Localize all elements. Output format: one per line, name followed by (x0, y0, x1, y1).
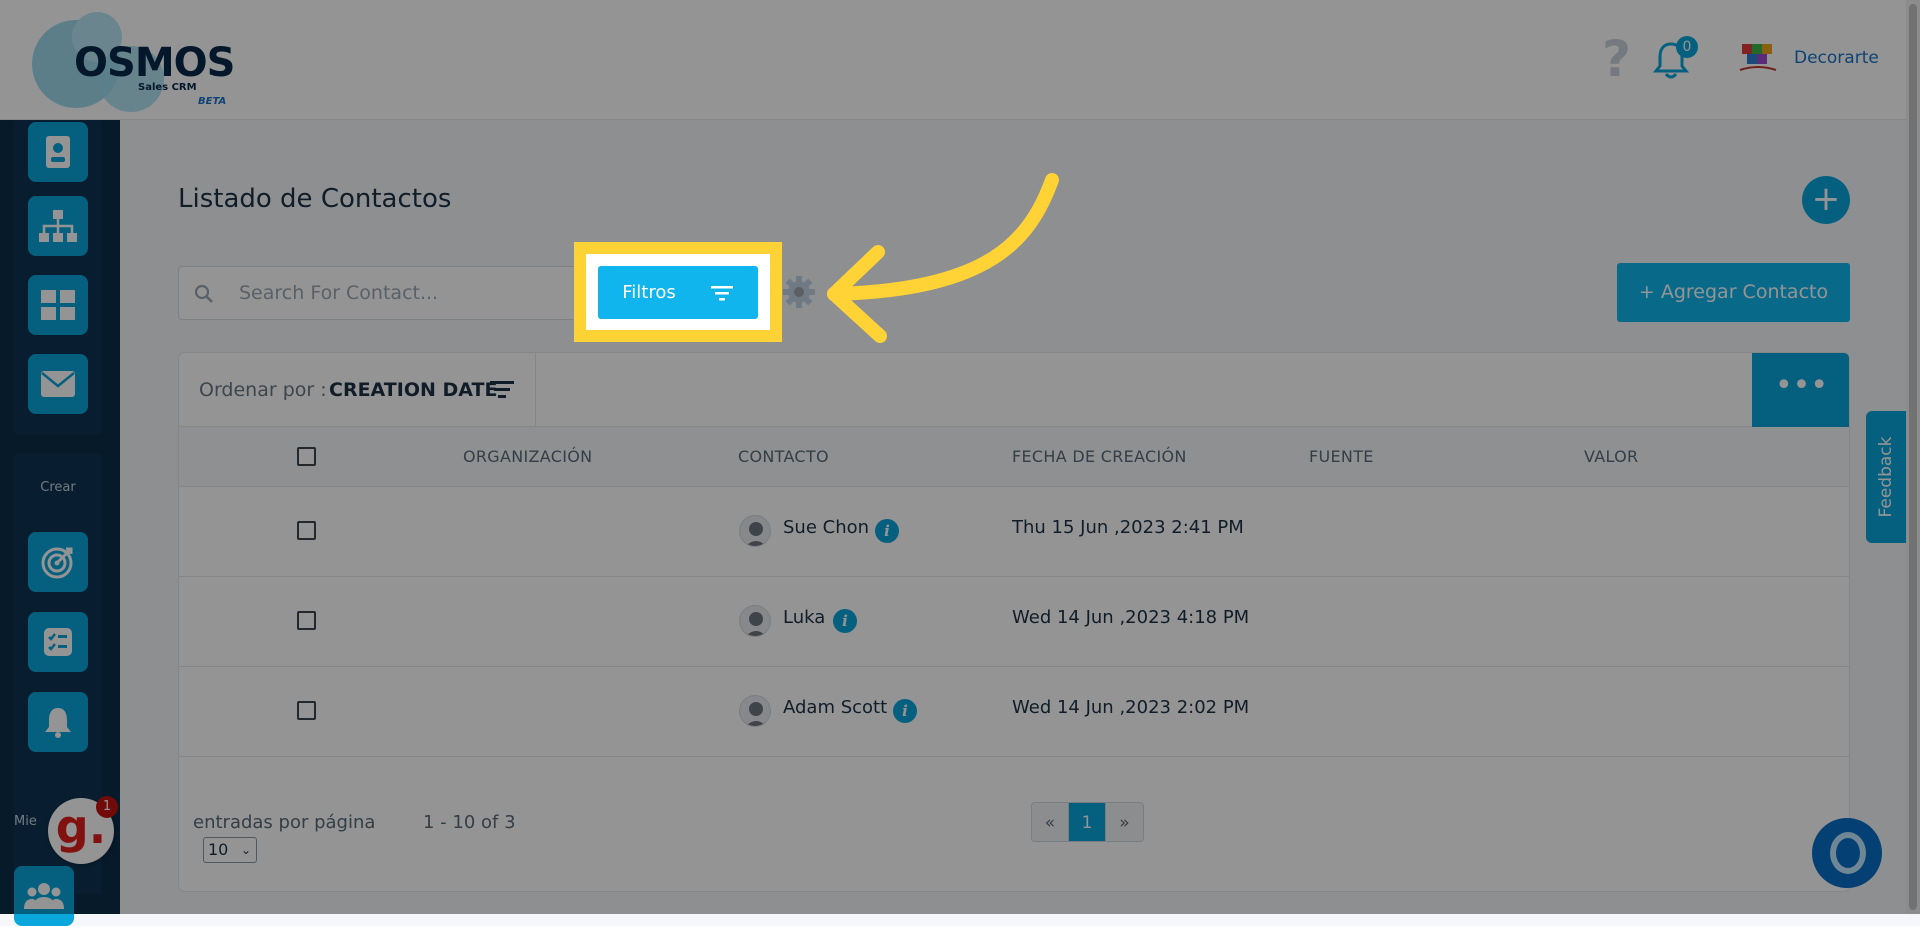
column-header-contacto[interactable]: CONTACTO (738, 447, 829, 466)
avatar (739, 515, 771, 547)
avatar (739, 695, 771, 727)
chat-widget-icon[interactable] (1812, 818, 1882, 888)
info-icon[interactable]: i (875, 519, 899, 543)
sort-label: Ordenar por : (199, 379, 327, 401)
contact-card-icon (46, 136, 70, 168)
org-chart-icon (39, 210, 77, 242)
column-header-valor[interactable]: VALOR (1584, 447, 1638, 466)
creation-date: Wed 14 Jun ,2023 4:18 PM (1012, 607, 1250, 628)
column-header-fuente[interactable]: FUENTE (1309, 447, 1374, 466)
chevron-down-icon: ⌄ (240, 843, 251, 857)
filter-icon (710, 285, 733, 300)
pager-prev-button[interactable]: « (1032, 803, 1069, 841)
mail-icon (41, 371, 75, 397)
sidebar-mail-button[interactable] (28, 354, 88, 414)
sidebar-contacts-button[interactable] (28, 122, 88, 182)
sort-icon[interactable] (489, 379, 515, 401)
add-circle-button[interactable]: + (1802, 176, 1850, 224)
sidebar-group-main (14, 120, 102, 434)
row-checkbox[interactable] (297, 521, 316, 540)
creation-date: Wed 14 Jun ,2023 2:02 PM (1012, 697, 1250, 718)
filters-label: Filtros (622, 282, 676, 303)
company-name[interactable]: Decorarte (1794, 48, 1879, 68)
bell-icon (45, 708, 71, 738)
sidebar-dashboard-button[interactable] (28, 275, 88, 335)
pager-page-1[interactable]: 1 (1069, 803, 1106, 841)
contact-name[interactable]: Luka (783, 607, 825, 628)
avatar (739, 605, 771, 637)
range-text: 1 - 10 of 3 (423, 812, 516, 833)
per-page-select[interactable]: 10 ⌄ (203, 837, 257, 863)
column-header-organizacion[interactable]: ORGANIZACIÓN (463, 447, 592, 466)
logo-subtitle: Sales CRM (138, 82, 197, 93)
sidebar-members-button[interactable] (14, 866, 74, 926)
sort-bar: Ordenar por : CREATION DATE ••• (179, 353, 1849, 427)
table-row[interactable]: Sue Chon i Thu 15 Jun ,2023 2:41 PM (179, 487, 1849, 577)
info-icon[interactable]: i (833, 609, 857, 633)
table-row[interactable]: Adam Scott i Wed 14 Jun ,2023 2:02 PM (179, 667, 1849, 757)
sort-value[interactable]: CREATION DATE (329, 379, 497, 401)
osmos-logo[interactable]: OSMOS Sales CRM BETA (28, 10, 235, 112)
row-checkbox[interactable] (297, 611, 316, 630)
logo-beta: BETA (198, 96, 227, 107)
search-icon (194, 284, 213, 303)
more-options-button[interactable]: ••• (1752, 353, 1849, 427)
company-logo-icon[interactable] (1738, 42, 1778, 74)
tutorial-arrow-icon (827, 173, 1059, 343)
contact-name[interactable]: Adam Scott (783, 697, 887, 718)
table-row[interactable]: Luka i Wed 14 Jun ,2023 4:18 PM (179, 577, 1849, 667)
target-icon (41, 547, 73, 579)
grid-icon (41, 290, 75, 320)
contacts-table-card: Ordenar por : CREATION DATE ••• ORGANIZA… (178, 352, 1850, 892)
sidebar-members-label: Mie (14, 814, 37, 829)
sidebar-goals-button[interactable] (28, 532, 88, 592)
select-all-checkbox[interactable] (297, 447, 316, 466)
sidebar-tasks-button[interactable] (28, 612, 88, 672)
top-header: OSMOS Sales CRM BETA ? 0 Decorarte (0, 0, 1920, 120)
contact-search-box (178, 266, 598, 320)
column-header-fecha[interactable]: FECHA DE CREACIÓN (1012, 447, 1187, 466)
pager-next-button[interactable]: » (1106, 803, 1143, 841)
creation-date: Thu 15 Jun ,2023 2:41 PM (1012, 517, 1244, 538)
add-contact-button[interactable]: + Agregar Contacto (1617, 263, 1850, 322)
users-icon (24, 883, 64, 909)
search-input[interactable] (237, 277, 577, 309)
row-checkbox[interactable] (297, 701, 316, 720)
pagination: « 1 » (1031, 802, 1144, 842)
left-sidebar: Crear Mie (0, 120, 120, 926)
gear-icon[interactable] (782, 274, 816, 310)
feedback-label: Feedback (1876, 436, 1896, 518)
scrollbar-thumb[interactable] (1909, 4, 1917, 910)
feedback-tab[interactable]: Feedback (1866, 411, 1906, 543)
contact-name[interactable]: Sue Chon (783, 517, 869, 538)
sidebar-crear-label: Crear (40, 480, 76, 495)
checklist-icon (44, 628, 72, 656)
sidebar-organizations-button[interactable] (28, 196, 88, 256)
help-icon[interactable]: ? (1602, 34, 1631, 84)
g-widget-count: 1 (96, 796, 118, 818)
info-icon[interactable]: i (893, 699, 917, 723)
sidebar-reminders-button[interactable] (28, 692, 88, 752)
notification-count-badge: 0 (1676, 36, 1698, 58)
per-page-value: 10 (208, 840, 229, 859)
logo-text: OSMOS (74, 40, 235, 86)
page-title: Listado de Contactos (178, 184, 452, 214)
sort-divider (535, 353, 536, 427)
filters-button[interactable]: Filtros (598, 266, 758, 319)
per-page-label: entradas por página (193, 812, 376, 833)
table-header: ORGANIZACIÓN CONTACTO FECHA DE CREACIÓN … (179, 427, 1849, 487)
